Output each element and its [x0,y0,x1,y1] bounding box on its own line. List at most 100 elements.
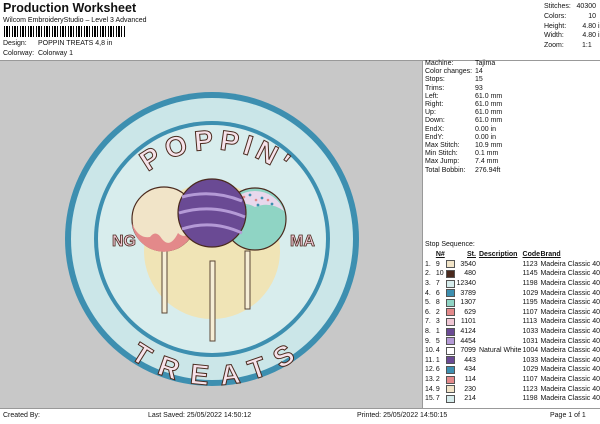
row-description [476,269,523,279]
row-index: 12. [425,366,435,374]
design-value: POPPIN TREATS 4,8 in [37,40,113,47]
info-value: 61.0 mm [475,117,503,125]
row-code: 1004 [522,347,539,355]
row-stitches: 443 [464,356,476,364]
table-row: 12. 6 434 1029 Madeira Classic 40 [425,365,600,375]
left-side-text: NG [112,233,136,250]
table-header-row: N# St. Description Code Brand [425,250,600,260]
row-needle: 2 [435,308,440,316]
info-value: 61.0 mm [475,92,503,100]
info-row: Up: 61.0 mm [425,109,502,117]
info-row: EndX: 0.00 in [425,126,502,134]
row-swatch-cell [445,356,456,366]
row-swatch-cell [445,317,456,327]
info-label: EndY: [425,133,444,141]
color-swatch [445,337,455,346]
table-row: 1. 9 3540 1123 Madeira Classic 40 [425,260,600,270]
row-code: 1033 [522,356,539,364]
stat-label: Height: [544,22,567,30]
row-description [476,384,523,394]
row-code: 1029 [522,366,539,374]
row-description [476,336,523,346]
row-index: 10. [425,347,435,355]
row-needle: 9 [435,385,440,393]
color-swatch [445,346,455,355]
row-swatch-cell [445,375,456,385]
row-description [476,394,523,404]
info-value: 0.00 in [475,125,497,133]
row-stitches: 7099 [460,347,476,355]
stat-label: Width: [544,32,564,40]
color-swatch [445,394,455,403]
row-index: 8. [425,328,431,336]
stat-row: Zoom: 1:1 [544,41,600,51]
colorway-value: Colorway 1 [37,50,73,57]
colorway-label: Colorway: [3,50,35,57]
table-row: 7. 3 1101 1113 Madeira Classic 40 [425,317,600,327]
info-row: Down: 61.0 mm [425,117,502,125]
stat-row: Height:4.80 in [544,22,600,32]
row-stitches: 114 [464,376,476,384]
info-value: 93 [475,84,483,92]
row-description [476,279,523,289]
row-needle: 6 [435,366,440,374]
row-brand: Madeira Classic 40 [540,395,600,403]
row-code: 1113 [522,318,538,326]
info-row: Max Jump: 7.4 mm [425,158,502,166]
row-brand: Madeira Classic 40 [540,280,600,288]
stat-label: Colors: [544,12,567,20]
footer-divider [0,408,600,409]
color-swatch [445,279,455,288]
row-needle: 1 [435,356,440,364]
row-index: 14. [425,385,435,393]
row-swatch-cell [445,260,456,270]
stop-sequence-table: N# St. Description Code Brand 1. 9 3540 112… [425,250,600,404]
row-brand: Madeira Classic 40 [540,308,600,316]
row-stitches: 3789 [460,289,476,297]
table-row: 2. 10 480 1145 Madeira Classic 40 [425,269,600,279]
info-label: Total Bobbin: [425,166,466,174]
col-description: Description [478,251,518,259]
info-label: Machine: [425,60,454,67]
row-needle: 1 [435,328,440,336]
row-index: 15. [425,395,435,403]
stop-sequence-title: Stop Sequence: [425,241,475,248]
design-preview: NG MA POPPIN' TREATS [0,61,422,408]
printed-date: Printed: 25/05/2022 14:50:15 [357,412,448,419]
row-stitches: 230 [464,385,476,393]
stick-right [244,250,251,310]
row-description [476,365,523,375]
info-label: Min Stitch: [425,150,458,158]
row-index: 3. [425,280,431,288]
info-row: Max Stitch: 10.9 mm [425,142,502,150]
stat-label: Zoom: [544,42,564,50]
stat-value: 40300 [576,3,596,10]
row-swatch-cell [445,288,456,298]
row-description [476,356,523,366]
info-value: 14 [475,68,483,76]
row-swatch-cell [445,298,456,308]
row-needle: 7 [435,280,440,288]
worksheet-title: Production Worksheet [3,1,137,15]
row-stitches: 480 [464,270,476,278]
info-value: 276.94ft [475,166,501,174]
stat-value: 4.80 [582,32,596,40]
row-index: 11. [425,356,435,364]
row-brand: Madeira Classic 40 [540,356,600,364]
row-code: 1033 [522,328,539,336]
row-description: Natural White [478,347,522,355]
info-row: Machine: Tajima [425,60,502,68]
table-row: 6. 2 629 1107 Madeira Classic 40 [425,308,600,318]
row-needle: 4 [435,347,440,355]
row-needle: 5 [435,337,440,345]
color-swatch [445,269,455,278]
table-row: 9. 5 4454 1031 Madeira Classic 40 [425,336,600,346]
info-row: Stops: 15 [425,76,502,84]
info-row: EndY: 0.00 in [425,134,502,142]
stat-row: Stitches: 40300 [544,2,600,12]
row-index: 6. [425,308,431,316]
info-value: Tajima [475,60,496,67]
row-swatch-cell [445,365,456,375]
row-description [476,317,523,327]
row-stitches: 214 [464,395,476,403]
